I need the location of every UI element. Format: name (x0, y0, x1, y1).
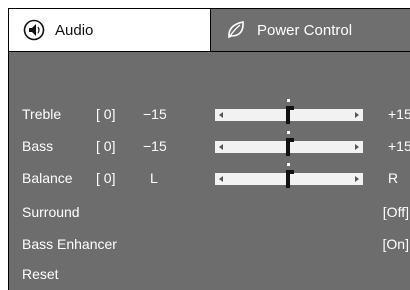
tab-power-control[interactable]: Power Control (211, 9, 410, 51)
reset-row[interactable]: Reset (9, 262, 410, 286)
bass-enhancer-value: [On] (382, 236, 409, 252)
tab-audio-label: Audio (55, 21, 94, 39)
audio-settings-screen: Audio Power Control Treble [ 0] −15 +15 (8, 8, 410, 290)
treble-min-label: −15 (143, 106, 167, 122)
balance-slider[interactable] (215, 163, 363, 188)
bass-slider-knob-notch (286, 138, 294, 142)
balance-label: Balance (22, 170, 73, 186)
tab-bar: Audio Power Control (9, 9, 410, 51)
treble-decrease-arrow-icon[interactable] (219, 112, 223, 118)
bass-row[interactable]: Bass [ 0] −15 +15 (9, 131, 410, 158)
bass-enhancer-label: Bass Enhancer (22, 236, 117, 252)
surround-row[interactable]: Surround [Off] (9, 200, 410, 224)
bass-increase-arrow-icon[interactable] (355, 144, 359, 150)
balance-left-label: L (150, 170, 158, 186)
surround-label: Surround (22, 204, 80, 220)
treble-slider-knob-notch (286, 106, 294, 110)
bass-min-label: −15 (143, 138, 167, 154)
balance-right-arrow-icon[interactable] (355, 176, 359, 182)
treble-value: [ 0] (96, 106, 116, 122)
bass-slider-center-mark (287, 131, 290, 134)
treble-label: Treble (22, 106, 62, 122)
bass-value: [ 0] (96, 138, 116, 154)
bass-label: Bass (22, 138, 54, 154)
treble-increase-arrow-icon[interactable] (355, 112, 359, 118)
bass-decrease-arrow-icon[interactable] (219, 144, 223, 150)
bass-slider[interactable] (215, 131, 363, 156)
balance-value: [ 0] (96, 170, 116, 186)
speaker-icon (23, 19, 45, 41)
balance-left-arrow-icon[interactable] (219, 176, 223, 182)
audio-settings-panel: Treble [ 0] −15 +15 Bass [ 0] −15 +15 Ba… (9, 51, 410, 290)
treble-slider-center-mark (287, 99, 290, 102)
tab-power-control-label: Power Control (257, 21, 353, 39)
treble-max-label: +15 (388, 106, 410, 122)
balance-row[interactable]: Balance [ 0] L R (9, 163, 410, 190)
balance-slider-center-mark (287, 163, 290, 166)
treble-row[interactable]: Treble [ 0] −15 +15 (9, 99, 410, 126)
tab-audio[interactable]: Audio (9, 9, 211, 51)
treble-slider[interactable] (215, 99, 363, 124)
surround-value: [Off] (382, 204, 409, 220)
bass-max-label: +15 (388, 138, 410, 154)
leaf-icon (228, 21, 244, 39)
balance-right-label: R (388, 170, 399, 186)
reset-label: Reset (22, 266, 59, 282)
bass-enhancer-row[interactable]: Bass Enhancer [On] (9, 232, 410, 256)
balance-slider-knob-notch (286, 170, 294, 174)
